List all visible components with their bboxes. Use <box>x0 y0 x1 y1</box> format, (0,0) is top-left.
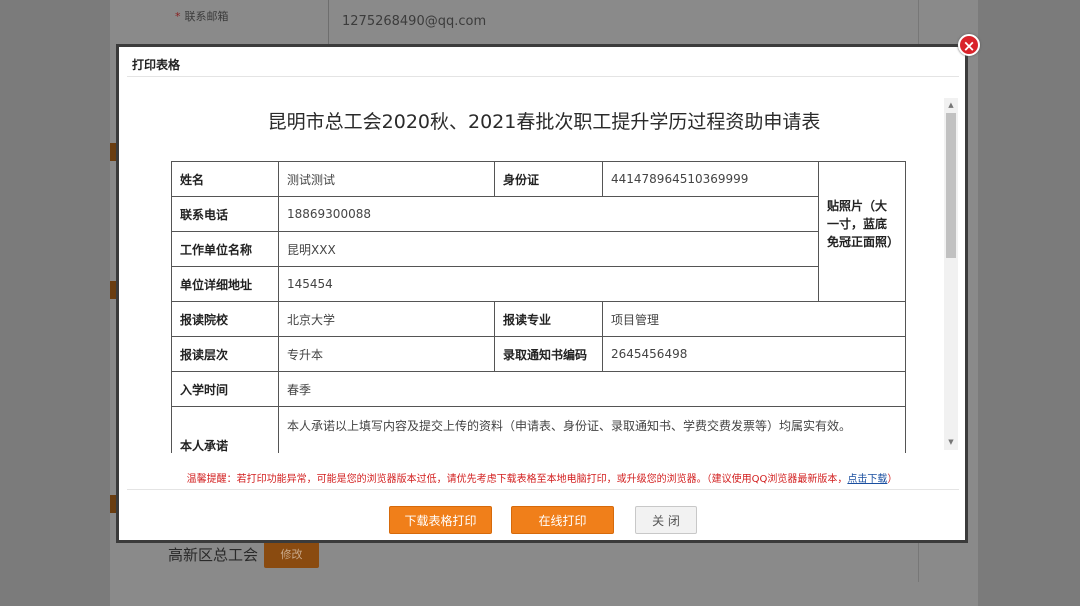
notice-end: ） <box>887 474 898 485</box>
enroll-label: 入学时间 <box>171 371 279 407</box>
footer-divider <box>127 489 959 490</box>
preview-scrollbar[interactable]: ▲ ▼ <box>944 98 958 450</box>
school-label: 报读院校 <box>171 301 279 337</box>
address-value: 145454 <box>278 266 819 302</box>
dialog-title: 打印表格 <box>132 58 181 72</box>
required-mark: * <box>175 10 181 23</box>
notice-number-label: 录取通知书编码 <box>494 336 603 372</box>
level-value: 专升本 <box>278 336 495 372</box>
name-label: 姓名 <box>171 161 279 197</box>
commitment-label-text: 本人承诺 <box>180 439 229 453</box>
id-label: 身份证 <box>494 161 603 197</box>
header-divider <box>127 76 959 77</box>
photo-placeholder: 贴照片（大一寸，蓝底免冠正面照） <box>818 161 906 302</box>
print-notice: 温馨提醒：若打印功能异常，可能是您的浏览器版本过低，请优先考虑下载表格至本地电脑… <box>119 470 965 485</box>
email-label: * 联系邮箱 <box>175 8 229 24</box>
dialog-header: 打印表格 <box>119 47 965 77</box>
phone-value: 18869300088 <box>278 196 819 232</box>
close-dialog-button[interactable]: 关 闭 <box>635 506 697 534</box>
print-form-dialog: 打印表格 昆明市总工会2020秋、2021春批次职工提升学历过程资助申请表 姓名… <box>116 44 968 543</box>
level-label: 报读层次 <box>171 336 279 372</box>
table-row: 单位详细地址 145454 <box>171 266 906 302</box>
document-preview[interactable]: 昆明市总工会2020秋、2021春批次职工提升学历过程资助申请表 姓名 测试测试… <box>129 101 959 453</box>
close-icon[interactable]: × <box>958 34 980 56</box>
download-print-button[interactable]: 下载表格打印 <box>389 506 492 534</box>
table-row: 入学时间 春季 <box>171 371 906 407</box>
email-label-text: 联系邮箱 <box>184 10 229 23</box>
notice-text: 温馨提醒：若打印功能异常，可能是您的浏览器版本过低，请优先考虑下载表格至本地电脑… <box>186 474 848 485</box>
commitment-label: 本人承诺 <box>171 406 279 453</box>
address-label: 单位详细地址 <box>171 266 279 302</box>
background-email-row <box>170 0 918 45</box>
id-value: 441478964510369999 <box>602 161 819 197</box>
employer-label: 工作单位名称 <box>171 231 279 267</box>
table-row: 联系电话 18869300088 <box>171 196 906 232</box>
application-form-table: 姓名 测试测试 身份证 441478964510369999 贴照片（大一寸，蓝… <box>171 161 906 453</box>
notice-number-value: 2645456498 <box>602 336 906 372</box>
major-value: 项目管理 <box>602 301 906 337</box>
major-label: 报读专业 <box>494 301 603 337</box>
phone-label: 联系电话 <box>171 196 279 232</box>
table-row: 报读院校 北京大学 报读专业 项目管理 <box>171 301 906 337</box>
background-divider <box>328 0 329 44</box>
email-value: 1275268490@qq.com <box>342 14 487 29</box>
name-value: 测试测试 <box>278 161 495 197</box>
enroll-value: 春季 <box>278 371 906 407</box>
download-link[interactable]: 点击下载 <box>847 474 887 485</box>
scroll-thumb[interactable] <box>946 113 956 258</box>
online-print-button[interactable]: 在线打印 <box>511 506 614 534</box>
table-row: 报读层次 专升本 录取通知书编码 2645456498 <box>171 336 906 372</box>
table-row: 本人承诺 本人承诺以上填写内容及提交上传的资料（申请表、身份证、录取通知书、学费… <box>171 406 906 453</box>
edit-button[interactable]: 修改 <box>264 541 319 568</box>
school-value: 北京大学 <box>278 301 495 337</box>
union-name: 高新区总工会 <box>168 546 259 564</box>
document-title: 昆明市总工会2020秋、2021春批次职工提升学历过程资助申请表 <box>267 111 821 133</box>
table-row: 姓名 测试测试 身份证 441478964510369999 贴照片（大一寸，蓝… <box>171 161 906 302</box>
scroll-up-arrow-icon[interactable]: ▲ <box>944 98 958 112</box>
table-row: 工作单位名称 昆明XXX <box>171 231 906 267</box>
scroll-down-arrow-icon[interactable]: ▼ <box>944 435 958 449</box>
commitment-text: 本人承诺以上填写内容及提交上传的资料（申请表、身份证、录取通知书、学费交费发票等… <box>278 406 906 453</box>
employer-value: 昆明XXX <box>278 231 819 267</box>
